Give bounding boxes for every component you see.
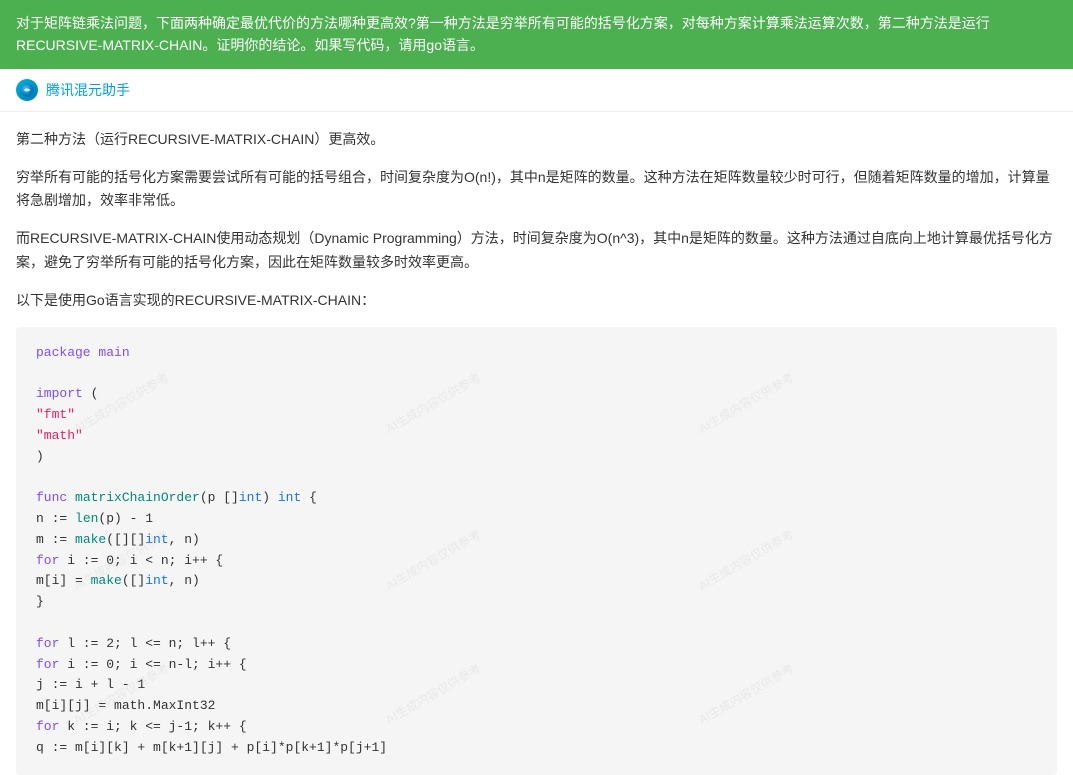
response-content: 第二种方法（运行RECURSIVE-MATRIX-CHAIN）更高效。 穷举所有… [0, 112, 1073, 775]
code-intro-text: 以下是使用Go语言实现的RECURSIVE-MATRIX-CHAIN： [16, 289, 1057, 313]
question-banner: 对于矩阵链乘法问题，下面两种确定最优代价的方法哪种更高效?第一种方法是穷举所有可… [0, 0, 1073, 69]
code-block[interactable]: AI生成内容仅供参考AI生成内容仅供参考AI生成内容仅供参考AI生成内容仅供参考… [16, 327, 1057, 775]
assistant-logo-icon [16, 79, 38, 101]
paragraph-2: 而RECURSIVE-MATRIX-CHAIN使用动态规划（Dynamic Pr… [16, 227, 1057, 275]
question-text: 对于矩阵链乘法问题，下面两种确定最优代价的方法哪种更高效?第一种方法是穷举所有可… [16, 15, 990, 53]
assistant-header: 腾讯混元助手 [0, 69, 1073, 112]
paragraph-1: 穷举所有可能的括号化方案需要尝试所有可能的括号组合，时间复杂度为O(n!)，其中… [16, 166, 1057, 214]
conclusion-paragraph: 第二种方法（运行RECURSIVE-MATRIX-CHAIN）更高效。 [16, 128, 1057, 152]
code-content: package main import ( "fmt" "math") func… [36, 343, 1037, 759]
assistant-name-label: 腾讯混元助手 [46, 80, 130, 100]
